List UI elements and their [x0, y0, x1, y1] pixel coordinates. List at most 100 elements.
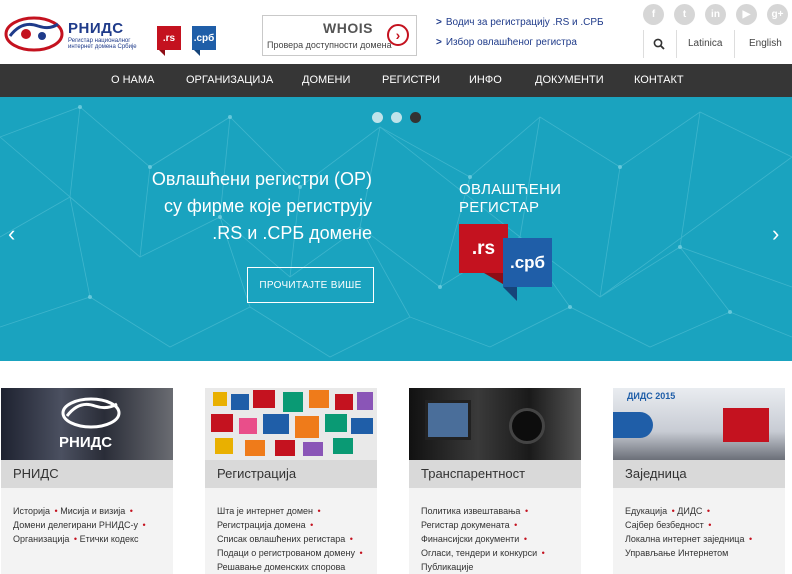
card-registration[interactable]: Регистрација Шта је интернет домен • Рег…	[205, 388, 377, 574]
quick-link-label: Избор овлашћеног регистра	[445, 37, 577, 48]
search-button[interactable]	[648, 34, 670, 54]
card-link[interactable]: Публикације	[421, 562, 473, 572]
chevron-right-icon[interactable]: ›	[387, 24, 409, 46]
whois-title: WHOIS	[323, 20, 373, 36]
card-link[interactable]: Огласи, тендери и конкурси	[421, 548, 537, 558]
whois-box[interactable]: WHOIS Провера доступности домена ›	[262, 15, 417, 56]
twitter-icon[interactable]: t	[674, 4, 695, 25]
slider-dot-2[interactable]	[391, 112, 402, 123]
tile	[283, 392, 303, 412]
tile	[215, 438, 233, 454]
googleplus-icon[interactable]: g+	[767, 4, 788, 25]
badge-rs-tail	[484, 273, 508, 287]
card-link-row: Финансијски документи •	[421, 534, 527, 544]
tile	[213, 392, 227, 406]
nav-item-about[interactable]: О НАМА	[111, 74, 154, 86]
card-link-row: Шта је интернет домен •	[217, 506, 321, 516]
card-link[interactable]: Едукација	[625, 506, 667, 516]
divider	[734, 30, 735, 58]
main-nav: О НАМА ОРГАНИЗАЦИЈА ДОМЕНИ РЕГИСТРИ ИНФО…	[0, 64, 792, 97]
slider-dot-1[interactable]	[372, 112, 383, 123]
tld-srb-badge[interactable]: .срб	[192, 26, 216, 56]
card-link[interactable]: Мисија и визија	[60, 506, 125, 516]
card-transparency[interactable]: Транспарентност Политика извештавања • Р…	[409, 388, 581, 574]
card-registration-image	[205, 388, 377, 460]
tile	[275, 440, 295, 456]
youtube-icon[interactable]: ▶	[736, 4, 757, 25]
badge-srb-tile: .срб	[503, 238, 552, 287]
chevron-right-icon[interactable]: ›	[772, 221, 779, 247]
nav-item-info[interactable]: ИНФО	[469, 74, 502, 86]
card-links: Шта је интернет домен • Регистрација дом…	[217, 504, 375, 574]
card-title: РНИДС	[13, 466, 59, 481]
tile	[211, 414, 233, 432]
tld-rs-badge[interactable]: .rs	[157, 26, 181, 56]
tile	[253, 390, 275, 408]
rnids-logo[interactable]: РНИДС Регистар националног интернет доме…	[4, 12, 152, 56]
facebook-icon[interactable]: f	[643, 4, 664, 25]
card-link-row: Регистар докумената •	[421, 520, 518, 530]
page: РНИДС Регистар националног интернет доме…	[0, 0, 792, 574]
card-link-row: Историја • Мисија и визија •	[13, 506, 133, 516]
tile	[325, 414, 347, 432]
hero-slider: ‹ › Овлашћени регистри (ОР) су фирме кој…	[0, 97, 792, 361]
hero-line-1: Овлашћени регистри (ОР)	[151, 169, 372, 189]
card-link[interactable]: Историја	[13, 506, 50, 516]
card-transparency-image	[409, 388, 581, 460]
card-community-image: ДИДС 2015	[613, 388, 785, 460]
tile	[333, 438, 353, 454]
card-link-row: Списак овлашћених регистара •	[217, 534, 353, 544]
quick-link-label: Водич за регистрацију .RS и .СРБ	[445, 17, 604, 28]
card-link[interactable]: Етички кодекс	[80, 534, 139, 544]
card-link-row: Регистрација домена •	[217, 520, 314, 530]
nav-item-registries[interactable]: РЕГИСТРИ	[382, 74, 440, 86]
quick-links: > Водич за регистрацију .RS и .СРБ > Избор…	[436, 17, 604, 57]
card-link[interactable]: Управљање Интернетом	[625, 548, 728, 558]
card-title: Транспарентност	[421, 466, 526, 481]
card-link[interactable]: Финансијски документи	[421, 534, 519, 544]
read-more-button[interactable]: ПРОЧИТАЈТЕ ВИШЕ	[247, 267, 374, 303]
hero-line-2: су фирме које региструју	[163, 196, 372, 216]
network-background	[0, 105, 792, 358]
quick-link-registrar[interactable]: > Избор овлашћеног регистра	[436, 37, 604, 57]
tile	[303, 442, 323, 456]
card-link[interactable]: Подаци о регистрованом домену	[217, 548, 355, 558]
card-link-row: Решавање доменских спорова	[217, 560, 375, 574]
badge-srb-tail	[503, 287, 517, 301]
header: РНИДС Регистар националног интернет доме…	[0, 0, 792, 64]
tile	[239, 418, 257, 434]
card-links: Едукација • ДИДС • Сајбер безбедност • Л…	[625, 504, 783, 560]
card-link[interactable]: Регистар докумената	[421, 520, 510, 530]
nav-item-organization[interactable]: ОРГАНИЗАЦИЈА	[186, 74, 273, 86]
badge-heading-2: РЕГИСТАР	[459, 199, 540, 216]
card-link[interactable]: Регистрација домена	[217, 520, 306, 530]
nav-item-domains[interactable]: ДОМЕНИ	[302, 74, 350, 86]
card-link-row: Локална интернет заједница •	[625, 534, 753, 544]
card-link[interactable]: Решавање доменских спорова	[217, 562, 345, 572]
banner-shape	[613, 412, 653, 438]
card-link[interactable]: ДИДС	[677, 506, 702, 516]
card-link[interactable]: Шта је интернет домен	[217, 506, 313, 516]
hero-line-3: .RS и .СРБ домене	[212, 223, 372, 243]
card-community[interactable]: ДИДС 2015 Заједница Едукација • ДИДС • С…	[613, 388, 785, 574]
badge-heading-1: ОВЛАШЋЕНИ	[459, 181, 562, 198]
nav-item-contact[interactable]: КОНТАКТ	[634, 74, 684, 86]
card-link[interactable]: Сајбер безбедност	[625, 520, 704, 530]
card-link-row: Публикације	[421, 560, 579, 574]
card-rnids[interactable]: РНИДС РНИДС Историја • Мисија и визија •…	[1, 388, 173, 574]
quick-link-guide[interactable]: > Водич за регистрацију .RS и .СРБ	[436, 17, 604, 37]
lang-english-link[interactable]: English	[749, 38, 782, 49]
card-title: Регистрација	[217, 466, 297, 481]
card-link[interactable]: Списак овлашћених регистара	[217, 534, 345, 544]
nav-item-documents[interactable]: ДОКУМЕНТИ	[535, 74, 604, 86]
lang-latin-link[interactable]: Latinica	[688, 38, 722, 49]
chevron-left-icon[interactable]: ‹	[8, 221, 15, 247]
card-link[interactable]: Организација	[13, 534, 69, 544]
linkedin-icon[interactable]: in	[705, 4, 726, 25]
card-link[interactable]: Локална интернет заједница	[625, 534, 744, 544]
slider-dot-3[interactable]	[410, 112, 421, 123]
card-link[interactable]: Домени делегирани РНИДС-у	[13, 520, 138, 530]
card-link[interactable]: Политика извештавања	[421, 506, 520, 516]
tile	[263, 414, 289, 434]
badge-rs-tile: .rs	[459, 224, 508, 273]
